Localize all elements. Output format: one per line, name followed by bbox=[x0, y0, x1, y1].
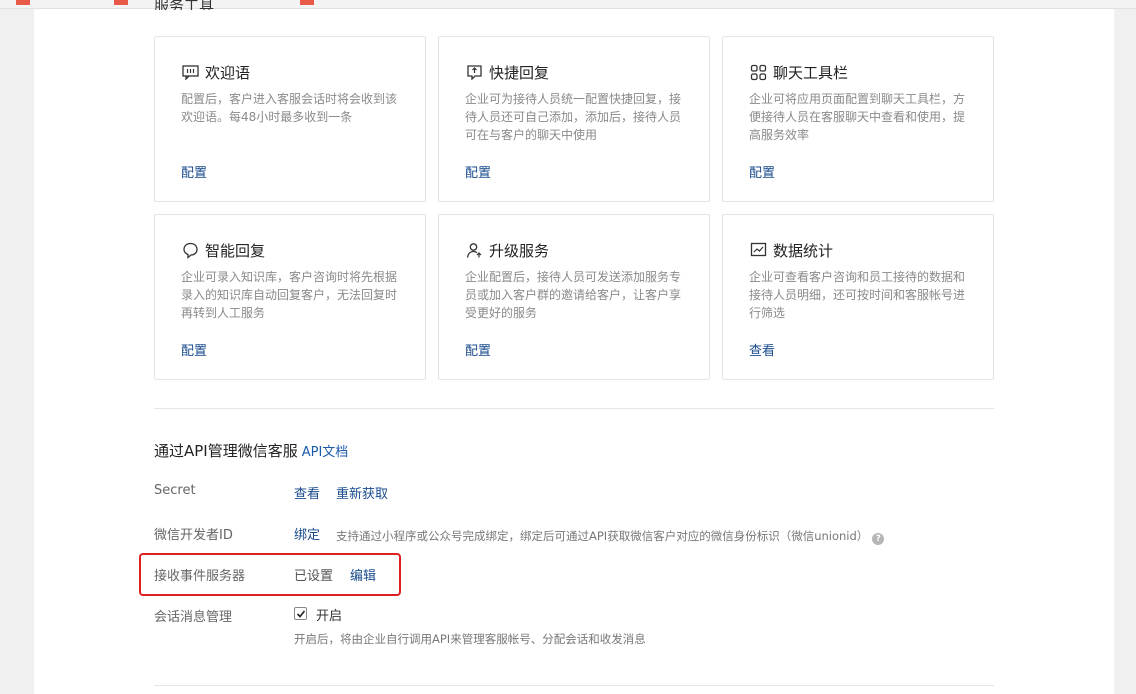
card-description: 企业可录入知识库，客户咨询时将先根据录入的知识库自动回复客户，无法回复时再转到人… bbox=[181, 270, 398, 320]
bottom-divider bbox=[154, 685, 994, 686]
card-title: 升级服务 bbox=[489, 241, 550, 260]
chat-greeting-icon bbox=[181, 63, 199, 81]
section-divider bbox=[154, 408, 994, 409]
card-title: 快捷回复 bbox=[489, 63, 550, 82]
api-doc-link[interactable]: API文档 bbox=[302, 445, 349, 460]
card-title: 数据统计 bbox=[773, 241, 834, 260]
card-quick-reply: 快捷回复 企业可为接待人员统一配置快捷回复，接待人员还可自己添加，添加后，接待人… bbox=[438, 36, 710, 202]
bind-dev-id-link[interactable]: 绑定 bbox=[294, 524, 320, 543]
top-marker bbox=[300, 0, 314, 5]
api-title-text: 通过API管理微信客服 bbox=[154, 442, 298, 460]
configure-quick-reply-link[interactable]: 配置 bbox=[465, 162, 491, 181]
dev-id-label: 微信开发者ID bbox=[154, 528, 233, 543]
api-section-title: 通过API管理微信客服 API文档 bbox=[154, 440, 348, 461]
card-smart-reply: 智能回复 企业可录入知识库，客户咨询时将先根据录入的知识库自动回复客户，无法回复… bbox=[154, 214, 426, 380]
configure-smart-reply-link[interactable]: 配置 bbox=[181, 340, 207, 359]
card-chat-toolbar: 聊天工具栏 企业可将应用页面配置到聊天工具栏，方便接待人员在客服聊天中查看和使用… bbox=[722, 36, 994, 202]
card-title: 聊天工具栏 bbox=[773, 63, 849, 82]
statistics-icon bbox=[749, 241, 767, 259]
session-mgmt-hint: 开启后，将由企业自行调用API来管理客服帐号、分配会话和收发消息 bbox=[294, 632, 646, 646]
card-description: 企业配置后，接待人员可发送添加服务专员或加入客户群的邀请给客户，让客户享受更好的… bbox=[465, 270, 682, 320]
card-statistics: 数据统计 企业可查看客户咨询和员工接待的数据和接待人员明细，还可按时间和客服帐号… bbox=[722, 214, 994, 380]
top-marker bbox=[16, 0, 30, 5]
checkmark-icon bbox=[296, 609, 305, 618]
view-statistics-link[interactable]: 查看 bbox=[749, 340, 775, 359]
section-title: 服务工具 bbox=[154, 0, 215, 10]
card-upgrade-service: 升级服务 企业配置后，接待人员可发送添加服务专员或加入客户群的邀请给客户，让客户… bbox=[438, 214, 710, 380]
help-icon[interactable]: ? bbox=[872, 533, 885, 545]
session-mgmt-option[interactable]: 开启 bbox=[316, 605, 342, 624]
secret-label: Secret bbox=[154, 483, 196, 498]
session-mgmt-checkbox[interactable] bbox=[294, 607, 307, 620]
quick-reply-icon bbox=[465, 63, 483, 81]
card-description: 配置后，客户进入客服会话时将会收到该欢迎语。每48小时最多收到一条 bbox=[181, 92, 398, 124]
top-marker bbox=[114, 0, 128, 5]
card-description: 企业可查看客户咨询和员工接待的数据和接待人员明细，还可按时间和客服帐号进行筛选 bbox=[749, 270, 966, 320]
card-welcome: 欢迎语 配置后，客户进入客服会话时将会收到该欢迎语。每48小时最多收到一条 配置 bbox=[154, 36, 426, 202]
smart-reply-icon bbox=[181, 241, 199, 259]
card-title: 智能回复 bbox=[205, 241, 266, 260]
session-mgmt-label: 会话消息管理 bbox=[154, 610, 233, 625]
card-description: 企业可将应用页面配置到聊天工具栏，方便接待人员在客服聊天中查看和使用，提高服务效… bbox=[749, 92, 966, 142]
refresh-secret-link[interactable]: 重新获取 bbox=[336, 483, 388, 502]
upgrade-service-icon bbox=[465, 241, 483, 259]
configure-welcome-link[interactable]: 配置 bbox=[181, 162, 207, 181]
card-description: 企业可为接待人员统一配置快捷回复，接待人员还可自己添加，添加后，接待人员可在与客… bbox=[465, 92, 682, 142]
dev-id-hint: 支持通过小程序或公众号完成绑定，绑定后可通过API获取微信客户对应的微信身份标识… bbox=[336, 529, 869, 543]
configure-upgrade-service-link[interactable]: 配置 bbox=[465, 340, 491, 359]
highlight-box bbox=[139, 553, 401, 596]
grid-apps-icon bbox=[749, 63, 767, 81]
dev-id-hint-wrap: 支持通过小程序或公众号完成绑定，绑定后可通过API获取微信客户对应的微信身份标识… bbox=[336, 525, 885, 545]
configure-chat-toolbar-link[interactable]: 配置 bbox=[749, 162, 775, 181]
view-secret-link[interactable]: 查看 bbox=[294, 483, 320, 502]
card-title: 欢迎语 bbox=[205, 63, 251, 82]
